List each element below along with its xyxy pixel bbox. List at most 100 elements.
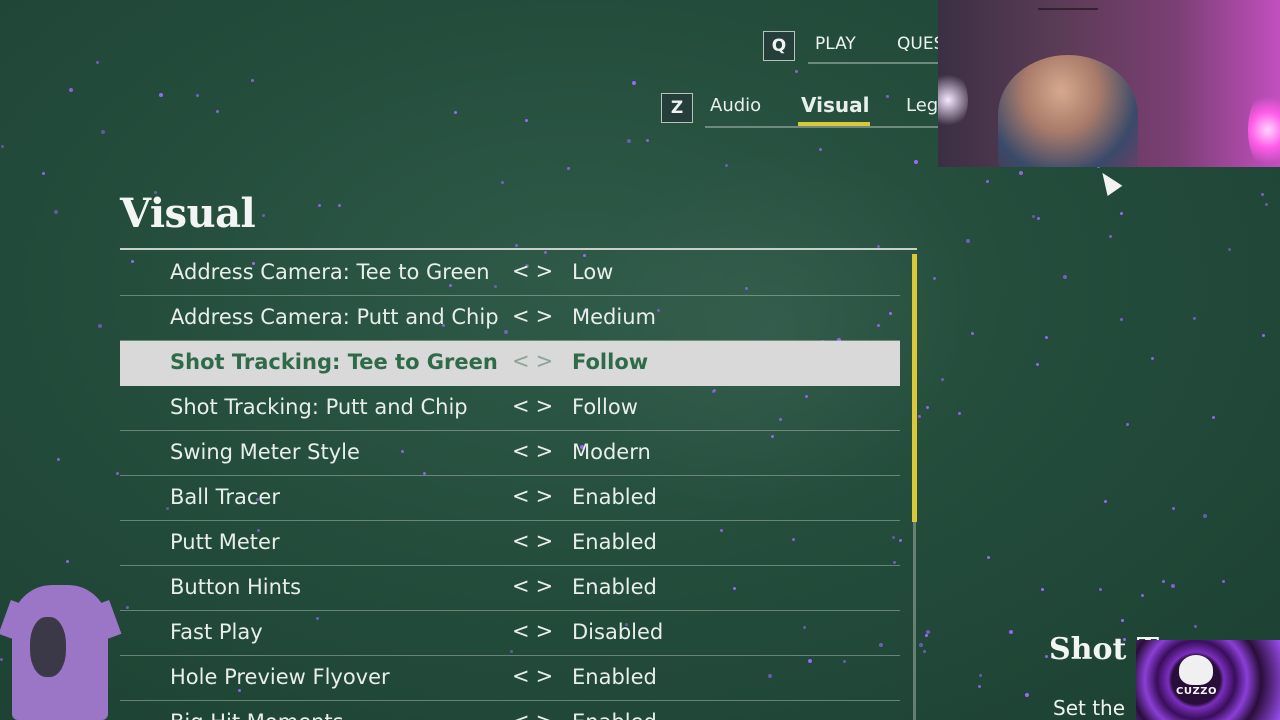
setting-value: Disabled <box>572 620 664 644</box>
setting-label: Shot Tracking: Putt and Chip <box>170 395 468 419</box>
particle <box>1120 318 1123 321</box>
particle <box>1203 514 1207 518</box>
setting-value: Low <box>572 260 614 284</box>
value-cycle-arrows-icon[interactable]: <> <box>512 664 559 688</box>
particle <box>919 643 923 647</box>
setting-value: Follow <box>572 395 638 419</box>
particle <box>318 204 321 207</box>
particle <box>1041 588 1044 591</box>
setting-row-hole-preview-flyover[interactable]: Hole Preview Flyover <> Enabled <box>120 656 900 701</box>
skull-logo-icon <box>1179 655 1213 685</box>
particle <box>251 79 254 82</box>
particle <box>96 61 99 64</box>
particle <box>1 145 4 148</box>
particle <box>1104 500 1107 503</box>
setting-label: Address Camera: Tee to Green <box>170 260 490 284</box>
value-cycle-arrows-icon[interactable]: <> <box>512 439 559 463</box>
particle <box>1126 423 1129 426</box>
particle <box>646 139 649 142</box>
tab-legal[interactable]: Lega <box>906 95 940 116</box>
particle <box>515 244 518 247</box>
setting-row-address-camera-tee[interactable]: Address Camera: Tee to Green <> Low <box>120 251 900 296</box>
particle <box>1036 363 1039 366</box>
sub-tab-key-hint: Z <box>661 93 693 123</box>
particle <box>567 167 570 170</box>
particle <box>101 130 105 134</box>
setting-label: Ball Tracer <box>170 485 280 509</box>
setting-row-address-camera-putt[interactable]: Address Camera: Putt and Chip <> Medium <box>120 296 900 341</box>
particle <box>1162 580 1165 583</box>
setting-label: Shot Tracking: Tee to Green <box>170 350 498 374</box>
value-cycle-arrows-icon[interactable]: <> <box>512 304 559 328</box>
particle <box>0 658 3 661</box>
particle <box>1172 507 1175 510</box>
active-tab-indicator <box>798 122 870 126</box>
particle <box>926 630 930 634</box>
light-glow <box>938 70 968 130</box>
ceiling-fan-icon <box>1038 8 1098 20</box>
setting-row-fast-play[interactable]: Fast Play <> Disabled <box>120 611 900 656</box>
tab-play[interactable]: PLAY <box>815 34 856 54</box>
tab-quests[interactable]: QUES <box>897 34 940 54</box>
particle <box>1121 619 1124 622</box>
title-divider <box>120 248 917 250</box>
particle <box>925 634 928 637</box>
setting-value: Follow <box>572 350 649 374</box>
setting-row-ball-tracer[interactable]: Ball Tracer <> Enabled <box>120 476 900 521</box>
particle <box>54 210 58 214</box>
setting-row-putt-meter[interactable]: Putt Meter <> Enabled <box>120 521 900 566</box>
mouse-pointer-icon <box>1095 167 1123 197</box>
value-cycle-arrows-icon[interactable]: <> <box>512 574 559 598</box>
particle <box>216 110 219 113</box>
value-cycle-arrows-icon[interactable]: <> <box>512 349 559 373</box>
setting-label: Putt Meter <box>170 530 280 554</box>
tab-audio[interactable]: Audio <box>710 95 761 116</box>
setting-value: Enabled <box>572 530 657 554</box>
description-text: Set the <box>1053 696 1126 720</box>
particle <box>1141 594 1144 597</box>
setting-row-shot-tracking-tee[interactable]: Shot Tracking: Tee to Green <> Follow <box>120 341 900 386</box>
setting-row-swing-meter-style[interactable]: Swing Meter Style <> Modern <box>120 431 900 476</box>
value-cycle-arrows-icon[interactable]: <> <box>512 619 559 643</box>
particle <box>338 204 341 207</box>
setting-label: Address Camera: Putt and Chip <box>170 305 499 329</box>
particle <box>159 93 163 97</box>
particle <box>1228 248 1231 251</box>
setting-value: Medium <box>572 305 656 329</box>
setting-label: Swing Meter Style <box>170 440 360 464</box>
shirt-sleeve <box>0 599 34 643</box>
setting-row-button-hints[interactable]: Button Hints <> Enabled <box>120 566 900 611</box>
setting-row-big-hit-moments[interactable]: Big Hit Moments <> Enabled <box>120 701 900 720</box>
webcam-overlay <box>938 0 1280 167</box>
particle <box>66 560 69 563</box>
setting-value: Modern <box>572 440 651 464</box>
particle <box>57 458 60 461</box>
particle <box>196 94 199 97</box>
settings-list: Address Camera: Tee to Green <> Low Addr… <box>120 251 900 720</box>
particle <box>1212 416 1215 419</box>
tab-visual[interactable]: Visual <box>801 93 869 117</box>
particle <box>454 111 457 114</box>
logo-text: CUZZO <box>1176 686 1217 697</box>
particle <box>501 181 504 184</box>
particle <box>1262 334 1265 337</box>
value-cycle-arrows-icon[interactable]: <> <box>512 709 559 720</box>
particle <box>987 556 990 559</box>
value-cycle-arrows-icon[interactable]: <> <box>512 394 559 418</box>
shirt-print <box>30 617 66 677</box>
top-tab-bar: PLAY QUES <box>808 28 940 64</box>
particle <box>1109 235 1112 238</box>
setting-value: Enabled <box>572 665 657 689</box>
particle <box>1193 317 1196 320</box>
particle <box>978 685 981 688</box>
setting-value: Enabled <box>572 575 657 599</box>
page-title: Visual <box>120 190 256 237</box>
top-tab-key-hint: Q <box>763 31 795 61</box>
particle <box>116 472 119 475</box>
setting-row-shot-tracking-putt[interactable]: Shot Tracking: Putt and Chip <> Follow <box>120 386 900 431</box>
value-cycle-arrows-icon[interactable]: <> <box>512 259 559 283</box>
list-scrollbar-thumb[interactable] <box>912 254 917 522</box>
value-cycle-arrows-icon[interactable]: <> <box>512 484 559 508</box>
particle <box>1265 203 1268 206</box>
value-cycle-arrows-icon[interactable]: <> <box>512 529 559 553</box>
